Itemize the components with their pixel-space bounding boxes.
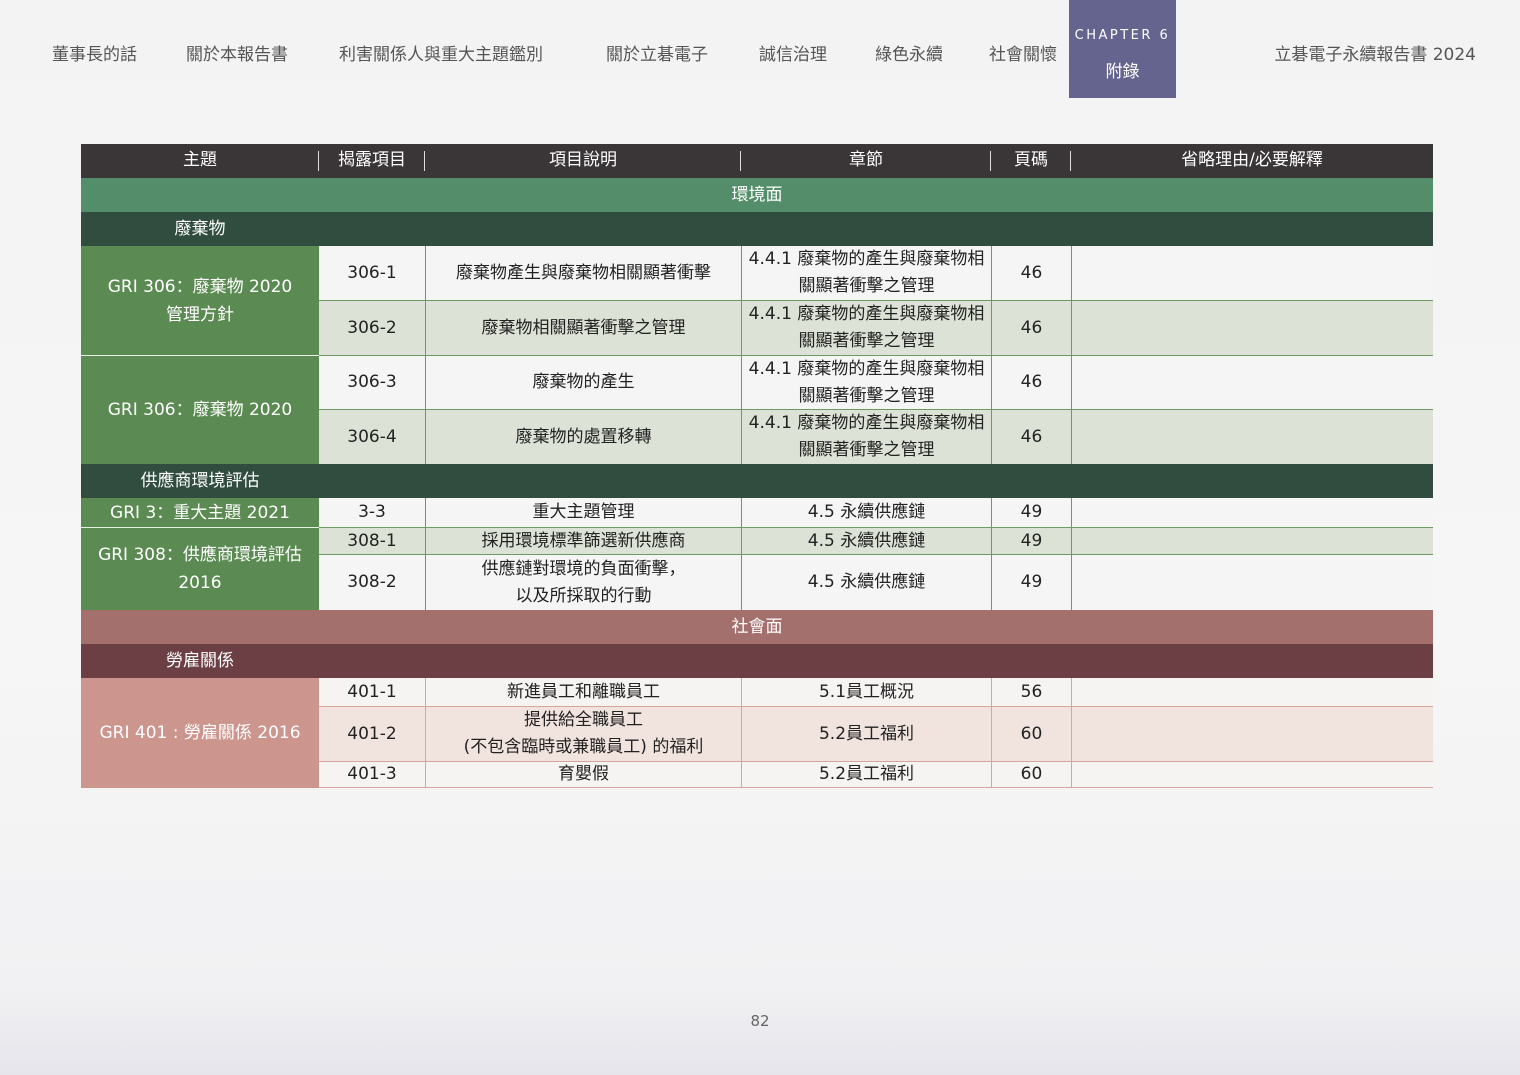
subtopic-label: 廢棄物	[174, 219, 226, 239]
header-disclosure: 揭露項目	[338, 150, 406, 170]
page-reference: 49	[991, 498, 1071, 527]
section-reference: 5.2員工福利	[741, 762, 991, 787]
section-reference: 4.5 永續供應鏈	[741, 498, 991, 527]
subtopic-supplier-assessment: 供應商環境評估	[81, 464, 1433, 498]
environment-band: 環境面	[81, 178, 1433, 212]
section-reference: 5.2員工福利	[741, 707, 991, 761]
table-row: 401-1 新進員工和離職員工 5.1員工概況 56	[319, 678, 1433, 707]
disclosure-code: 306-3	[347, 372, 397, 392]
omission-note	[1071, 246, 1433, 300]
chapter-name: 附錄	[1105, 62, 1140, 82]
omission-note	[1071, 301, 1433, 355]
topic-cell: GRI 306：廢棄物 2020	[81, 356, 319, 464]
item-description: 育嬰假	[425, 762, 741, 787]
item-description: 廢棄物相關顯著衝擊之管理	[425, 301, 741, 355]
disclosure-code: 306-2	[347, 317, 397, 338]
chapter-tab-appendix[interactable]: CHAPTER 6 附錄	[1069, 0, 1176, 98]
omission-note	[1071, 555, 1433, 610]
page-reference: 46	[991, 301, 1071, 355]
topic-cell: GRI 3：重大主題 2021	[81, 498, 319, 528]
disclosure-code: 401-2	[347, 723, 397, 744]
disclosure-code: 401-1	[347, 681, 397, 702]
page-reference: 49	[991, 528, 1071, 554]
section-reference: 4.5 永續供應鏈	[741, 555, 991, 610]
topic-cell: GRI 308：供應商環境評估 2016	[81, 528, 319, 610]
gri-index-table: 主題 揭露項目 項目說明 章節 頁碼 省略理由/必要解釋 環境面 廢棄物 GRI…	[81, 144, 1433, 788]
subtopic-label: 勞雇關係	[166, 651, 234, 671]
subtopic-labor-relations: 勞雇關係	[81, 644, 1433, 678]
disclosure-code: 306-4	[347, 426, 397, 447]
subtopic-waste: 廢棄物	[81, 212, 1433, 246]
topic-group: GRI 308：供應商環境評估 2016 308-1 採用環境標準篩選新供應商 …	[81, 528, 1433, 610]
table-row: 306-2 廢棄物相關顯著衝擊之管理 4.4.1 廢棄物的產生與廢棄物相關顯著衝…	[319, 301, 1433, 356]
item-description: 提供給全職員工 (不包含臨時或兼職員工) 的福利	[425, 707, 741, 761]
topic-cell: GRI 306：廢棄物 2020 管理方針	[81, 246, 319, 356]
table-header: 主題 揭露項目 項目說明 章節 頁碼 省略理由/必要解釋	[81, 144, 1433, 178]
nav-item-chairman-message[interactable]: 董事長的話	[52, 40, 137, 65]
page-reference: 46	[991, 356, 1071, 409]
topic-cell: GRI 401 : 勞雇關係 2016	[81, 678, 319, 788]
page-reference: 46	[991, 410, 1071, 464]
disclosure-code: 3-3	[358, 502, 386, 522]
disclosure-code: 308-2	[347, 572, 397, 592]
disclosure-code: 308-1	[347, 530, 397, 551]
nav-item-about-company[interactable]: 關於立碁電子	[606, 40, 708, 65]
table-row: 308-2 供應鏈對環境的負面衝擊， 以及所採取的行動 4.5 永續供應鏈 49	[319, 555, 1433, 610]
disclosure-code: 401-3	[347, 764, 397, 784]
omission-note	[1071, 762, 1433, 787]
page-reference: 46	[991, 246, 1071, 300]
page-reference: 56	[991, 678, 1071, 706]
omission-note	[1071, 707, 1433, 761]
header-page: 頁碼	[1014, 150, 1048, 170]
table-row: 308-1 採用環境標準篩選新供應商 4.5 永續供應鏈 49	[319, 528, 1433, 555]
item-description: 廢棄物的處置移轉	[425, 410, 741, 464]
table-row: 401-2 提供給全職員工 (不包含臨時或兼職員工) 的福利 5.2員工福利 6…	[319, 707, 1433, 762]
omission-note	[1071, 498, 1433, 527]
nav-item-social-care[interactable]: 社會關懷	[989, 40, 1057, 65]
report-title: 立碁電子永續報告書 2024	[1274, 45, 1476, 65]
omission-note	[1071, 410, 1433, 464]
section-reference: 4.5 永續供應鏈	[741, 528, 991, 554]
subtopic-label: 供應商環境評估	[140, 471, 260, 491]
section-reference: 4.4.1 廢棄物的產生與廢棄物相關顯著衝擊之管理	[741, 301, 991, 355]
table-row: 306-1 廢棄物產生與廢棄物相關顯著衝擊 4.4.1 廢棄物的產生與廢棄物相關…	[319, 246, 1433, 301]
section-reference: 5.1員工概況	[741, 678, 991, 706]
omission-note	[1071, 678, 1433, 706]
topic-group: GRI 306：廢棄物 2020 管理方針 306-1 廢棄物產生與廢棄物相關顯…	[81, 246, 1433, 356]
header-topic: 主題	[183, 150, 217, 170]
header-section: 章節	[849, 150, 883, 170]
nav-item-green-sustainability[interactable]: 綠色永續	[875, 40, 943, 65]
page-number: 82	[750, 1012, 770, 1030]
item-description: 廢棄物的產生	[425, 356, 741, 409]
table-row: 3-3 重大主題管理 4.5 永續供應鏈 49	[319, 498, 1433, 528]
topic-group: GRI 306：廢棄物 2020 306-3 廢棄物的產生 4.4.1 廢棄物的…	[81, 356, 1433, 464]
table-row: 401-3 育嬰假 5.2員工福利 60	[319, 762, 1433, 788]
table-row: 306-3 廢棄物的產生 4.4.1 廢棄物的產生與廢棄物相關顯著衝擊之管理 4…	[319, 356, 1433, 410]
header-description: 項目說明	[549, 150, 617, 170]
nav-item-stakeholders[interactable]: 利害關係人與重大主題鑑別	[339, 40, 543, 65]
nav-item-integrity-governance[interactable]: 誠信治理	[759, 40, 827, 65]
omission-note	[1071, 356, 1433, 409]
section-reference: 4.4.1 廢棄物的產生與廢棄物相關顯著衝擊之管理	[741, 246, 991, 300]
table-row: 306-4 廢棄物的處置移轉 4.4.1 廢棄物的產生與廢棄物相關顯著衝擊之管理…	[319, 410, 1433, 464]
item-description: 採用環境標準篩選新供應商	[425, 528, 741, 554]
section-reference: 4.4.1 廢棄物的產生與廢棄物相關顯著衝擊之管理	[741, 356, 991, 409]
item-description: 供應鏈對環境的負面衝擊， 以及所採取的行動	[425, 555, 741, 610]
page-reference: 60	[991, 707, 1071, 761]
topic-group: GRI 3：重大主題 2021 3-3 重大主題管理 4.5 永續供應鏈 49	[81, 498, 1433, 528]
topic-group: GRI 401 : 勞雇關係 2016 401-1 新進員工和離職員工 5.1員…	[81, 678, 1433, 788]
item-description: 重大主題管理	[425, 498, 741, 527]
nav-item-about-report[interactable]: 關於本報告書	[186, 40, 288, 65]
top-navigation: 董事長的話 關於本報告書 利害關係人與重大主題鑑別 關於立碁電子 誠信治理 綠色…	[0, 0, 1520, 100]
item-description: 廢棄物產生與廢棄物相關顯著衝擊	[425, 246, 741, 300]
header-omission: 省略理由/必要解釋	[1181, 150, 1323, 170]
social-band: 社會面	[81, 610, 1433, 644]
page-reference: 49	[991, 555, 1071, 610]
item-description: 新進員工和離職員工	[425, 678, 741, 706]
page-reference: 60	[991, 762, 1071, 787]
chapter-label: CHAPTER 6	[1074, 28, 1171, 43]
section-reference: 4.4.1 廢棄物的產生與廢棄物相關顯著衝擊之管理	[741, 410, 991, 464]
omission-note	[1071, 528, 1433, 554]
disclosure-code: 306-1	[347, 262, 397, 283]
